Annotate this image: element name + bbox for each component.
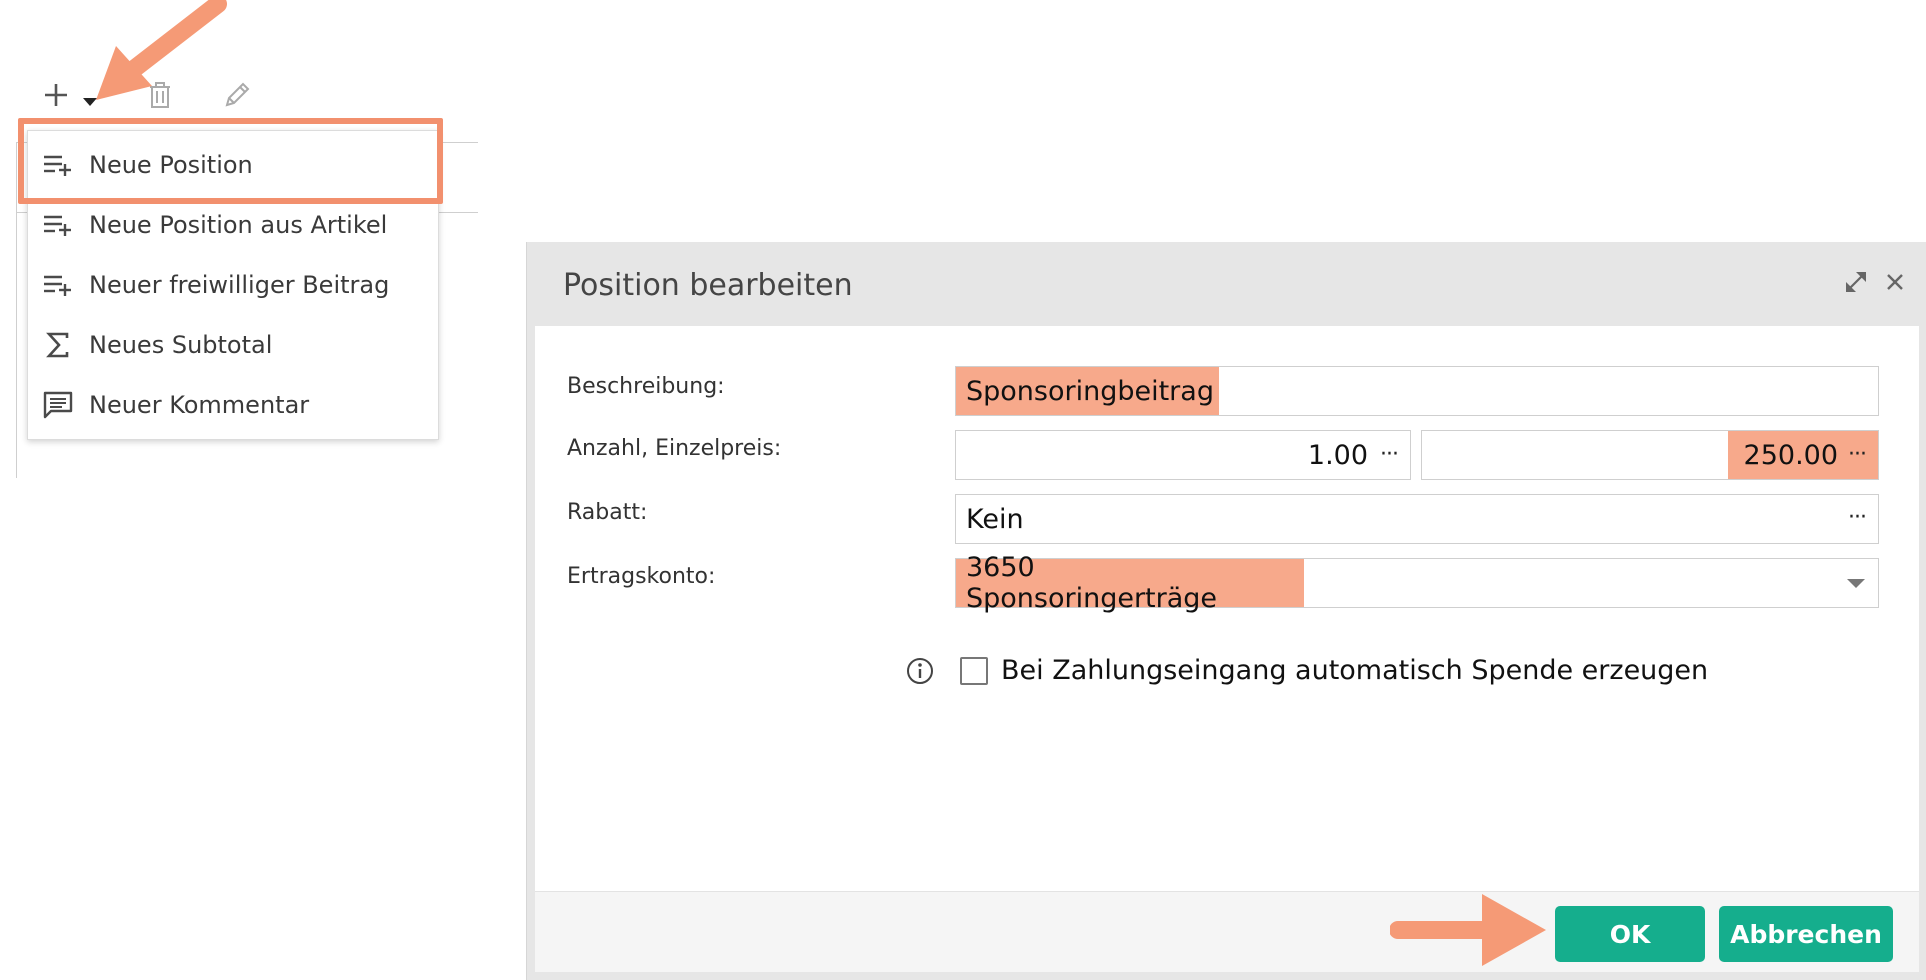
dialog-footer: OK Abbrechen <box>535 891 1919 972</box>
menu-item-label: Neuer freiwilliger Beitrag <box>89 271 390 299</box>
plus-icon <box>45 84 67 106</box>
revenue-account-value: 3650 Sponsoringerträge <box>956 552 1304 614</box>
pencil-icon <box>225 82 250 107</box>
caret-down-icon <box>83 98 97 106</box>
menu-item-neues-subtotal[interactable]: Neues Subtotal <box>28 315 438 375</box>
dialog-header: Position bearbeiten <box>527 242 1926 326</box>
more-options-button[interactable]: ··· <box>1376 444 1410 466</box>
trash-icon <box>150 82 170 108</box>
menu-item-label: Neue Position aus Artikel <box>89 211 388 239</box>
add-dropdown-button[interactable] <box>76 70 104 120</box>
close-icon[interactable] <box>1879 266 1911 298</box>
discount-value: Kein <box>966 503 1024 535</box>
list-add-icon <box>42 150 74 180</box>
unit-price-value: 250.00 <box>1743 439 1839 471</box>
edit-button[interactable] <box>215 70 259 120</box>
grid-border <box>16 142 17 478</box>
revenue-account-label: Ertragskonto: <box>567 564 716 589</box>
description-label: Beschreibung: <box>567 374 725 399</box>
sigma-icon <box>42 330 74 360</box>
edit-position-dialog: Position bearbeiten Beschreibung: Sponso… <box>526 242 1926 980</box>
menu-item-neuer-freiwilliger-beitrag[interactable]: Neuer freiwilliger Beitrag <box>28 255 438 315</box>
menu-item-label: Neues Subtotal <box>89 331 273 359</box>
comment-icon <box>42 390 74 420</box>
info-icon[interactable] <box>905 656 935 686</box>
menu-item-neuer-kommentar[interactable]: Neuer Kommentar <box>28 375 438 435</box>
revenue-account-select[interactable]: 3650 Sponsoringerträge <box>955 552 1879 614</box>
ok-button[interactable]: OK <box>1555 906 1705 962</box>
menu-item-label: Neue Position <box>89 151 253 179</box>
dialog-title: Position bearbeiten <box>563 268 853 303</box>
list-add-icon <box>42 270 74 300</box>
unit-price-highlight: 250.00 ··· <box>1728 431 1878 479</box>
auto-donation-label[interactable]: Bei Zahlungseingang automatisch Spende e… <box>1001 655 1708 686</box>
list-add-icon <box>42 210 74 240</box>
quantity-value: 1.00 <box>1307 439 1369 471</box>
discount-label: Rabatt: <box>567 500 648 525</box>
description-input[interactable]: Sponsoringbeitrag <box>955 366 1879 416</box>
add-button[interactable] <box>36 70 76 120</box>
auto-donation-checkbox[interactable] <box>960 657 988 685</box>
add-position-menu: Neue Position Neue Position aus Artikel … <box>27 130 439 440</box>
discount-input[interactable]: Kein ··· <box>955 494 1879 544</box>
grid-toolbar <box>30 70 290 120</box>
unit-price-input[interactable]: 250.00 ··· <box>1421 430 1879 480</box>
description-value: Sponsoringbeitrag <box>956 367 1219 415</box>
delete-button[interactable] <box>140 70 180 120</box>
quantity-price-label: Anzahl, Einzelpreis: <box>567 436 782 461</box>
more-options-button[interactable]: ··· <box>1844 444 1878 466</box>
quantity-input[interactable]: 1.00 ··· <box>955 430 1411 480</box>
expand-icon[interactable] <box>1840 266 1872 298</box>
menu-item-neue-position-aus-artikel[interactable]: Neue Position aus Artikel <box>28 195 438 255</box>
dialog-body: Beschreibung: Sponsoringbeitrag Anzahl, … <box>535 326 1919 891</box>
chevron-down-icon[interactable] <box>1844 573 1868 593</box>
more-options-button[interactable]: ··· <box>1844 507 1878 529</box>
cancel-button[interactable]: Abbrechen <box>1719 906 1893 962</box>
menu-item-neue-position[interactable]: Neue Position <box>28 135 438 195</box>
menu-item-label: Neuer Kommentar <box>89 391 310 419</box>
